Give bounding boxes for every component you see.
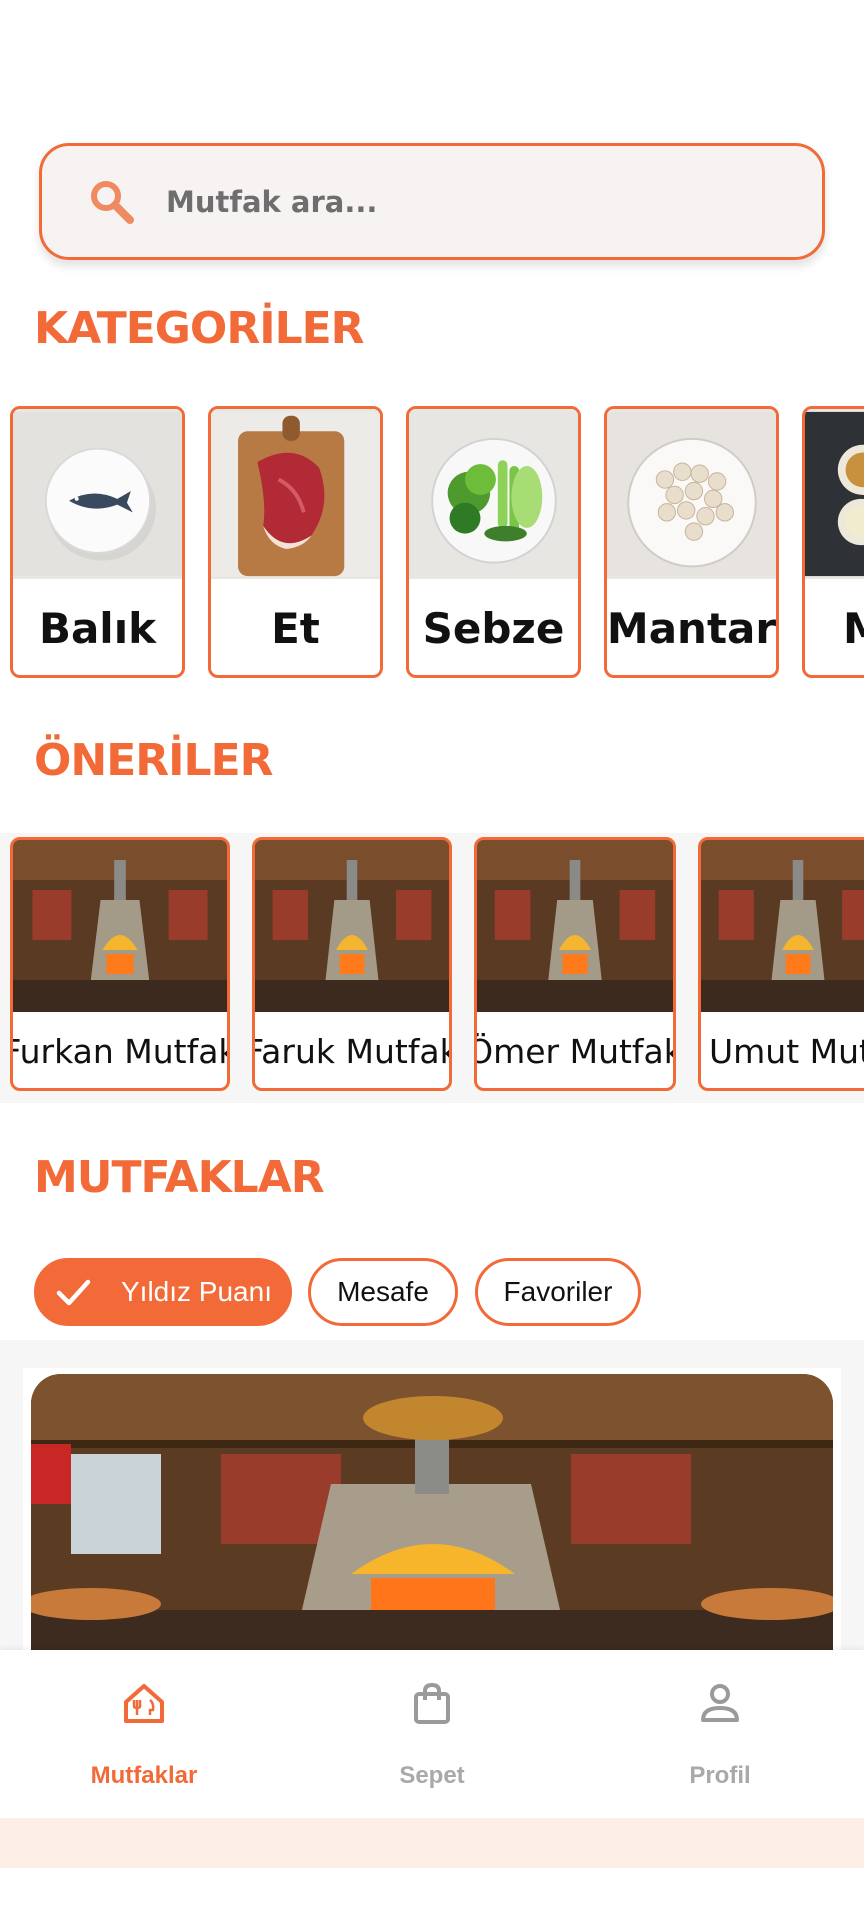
- category-card-mantar[interactable]: Mantar: [604, 406, 779, 678]
- kitchen-card[interactable]: [23, 1368, 841, 1652]
- filter-chip-star-rating[interactable]: Yıldız Puanı: [34, 1258, 292, 1326]
- category-label: Mantar: [606, 604, 777, 653]
- fish-plate-image: [13, 409, 182, 579]
- category-label: Sebze: [422, 604, 565, 653]
- category-label: Et: [271, 604, 320, 653]
- restaurant-image: [477, 840, 673, 1012]
- vegetables-plate-image: [409, 409, 578, 579]
- suggestions-title: ÖNERİLER: [34, 735, 274, 786]
- suggestion-card-faruk[interactable]: Faruk Mutfak: [252, 837, 452, 1091]
- category-card-sebze[interactable]: Sebze: [406, 406, 581, 678]
- suggestion-label: Ömer Mutfak: [474, 1032, 676, 1071]
- filter-chip-favorites[interactable]: Favoriler: [475, 1258, 641, 1326]
- check-icon: [56, 1279, 91, 1306]
- nav-label: Profil: [689, 1762, 751, 1789]
- restaurant-image: [255, 840, 449, 1012]
- suggestion-label: Furkan Mutfak: [10, 1032, 230, 1071]
- person-icon: [701, 1684, 739, 1722]
- suggestion-card-umut[interactable]: Umut Mutfak: [698, 837, 864, 1091]
- suggestion-label: Umut Mutfak: [709, 1032, 864, 1071]
- filter-chip-label: Favoriler: [503, 1276, 613, 1307]
- filter-chip-distance[interactable]: Mesafe: [308, 1258, 458, 1326]
- bottom-band: [0, 1818, 864, 1868]
- category-card-et[interactable]: Et: [208, 406, 383, 678]
- categories-title: KATEGORİLER: [34, 303, 365, 354]
- nav-label: Mutfaklar: [90, 1762, 198, 1789]
- category-label: M: [805, 579, 864, 675]
- search-bar[interactable]: [39, 143, 825, 260]
- steak-board-image: [211, 409, 380, 579]
- shopping-bag-icon: [414, 1682, 450, 1724]
- kitchens-title: MUTFAKLAR: [34, 1152, 325, 1203]
- restaurant-image: [13, 840, 227, 1012]
- mushrooms-plate-image: [607, 409, 776, 579]
- category-card-partial[interactable]: M: [802, 406, 864, 678]
- category-label: Balık: [38, 604, 157, 653]
- restaurant-image: [701, 840, 864, 1012]
- suggestions-list[interactable]: Furkan Mutfak Faruk Mutfak Ömer Mutfak U…: [0, 833, 864, 1103]
- suggestion-card-furkan[interactable]: Furkan Mutfak: [10, 837, 230, 1091]
- nav-item-kitchens[interactable]: Mutfaklar: [0, 1650, 288, 1818]
- kitchen-list[interactable]: [0, 1340, 864, 1652]
- restaurant-home-icon: [124, 1684, 164, 1723]
- bottom-navigation: Mutfaklar Sepet Profil: [0, 1650, 864, 1818]
- suggestion-card-omer[interactable]: Ömer Mutfak: [474, 837, 676, 1091]
- categories-list[interactable]: Balık Et Sebze Mantar: [0, 404, 864, 689]
- nav-label: Sepet: [399, 1762, 465, 1789]
- nav-item-cart[interactable]: Sepet: [288, 1650, 576, 1818]
- search-icon: [86, 176, 138, 228]
- filter-chip-label: Mesafe: [337, 1276, 429, 1307]
- nav-item-profile[interactable]: Profil: [576, 1650, 864, 1818]
- search-input[interactable]: [166, 184, 726, 219]
- filter-chip-label: Yıldız Puanı: [121, 1276, 272, 1307]
- category-card-balik[interactable]: Balık: [10, 406, 185, 678]
- suggestion-label: Faruk Mutfak: [252, 1032, 452, 1071]
- sauces-platter-image: [805, 409, 864, 579]
- kitchen-image: [31, 1374, 833, 1652]
